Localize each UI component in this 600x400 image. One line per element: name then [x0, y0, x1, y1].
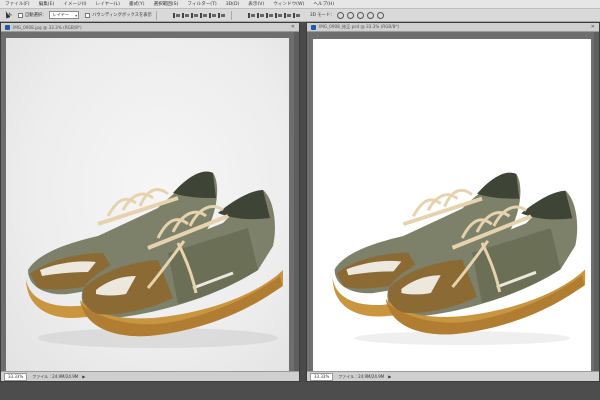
auto-select-checkbox[interactable] [18, 12, 23, 18]
status-bar: 33.33% ファイル : 24.9M/24.9M ▶ [307, 371, 599, 381]
chevron-down-icon: ▾ [75, 13, 78, 18]
image-canvas[interactable] [6, 38, 289, 371]
divider [230, 10, 232, 20]
vertical-scrollbar[interactable] [294, 32, 299, 371]
document-tab[interactable]: IMG_0908_修正.psd @ 33.3% (RGB/8*) ✕ [307, 23, 599, 32]
distribute-right-icon[interactable] [292, 12, 300, 19]
3d-pan-icon[interactable] [357, 11, 365, 19]
auto-select-value: レイヤー [52, 12, 70, 17]
document-window-original: IMG_0908.jpg @ 33.3% (RGB/8*) ✕ 33.33% フ… [0, 22, 300, 382]
distribute-top-icon[interactable] [247, 12, 255, 19]
menu-view[interactable]: 表示(V) [244, 0, 269, 9]
menu-type[interactable]: 書式(Y) [125, 0, 150, 9]
align-left-icon[interactable] [199, 12, 207, 19]
3d-mode-label: 3D モード： [309, 13, 335, 18]
show-transform-checkbox[interactable] [85, 12, 91, 18]
document-icon [311, 24, 316, 30]
auto-select-label: 自動選択： [25, 13, 47, 18]
distribute-buttons [247, 12, 302, 19]
document-icon [5, 24, 10, 30]
move-tool-icon[interactable]: ✢ [2, 10, 12, 20]
menu-bar: ファイル(F) 編集(E) イメージ(I) レイヤー(L) 書式(Y) 選択範囲… [0, 0, 600, 9]
distribute-bottom-icon[interactable] [265, 12, 273, 19]
chevron-right-icon[interactable]: ▶ [388, 374, 391, 379]
file-size-info: ファイル : 24.9M/24.9M [338, 373, 385, 379]
zoom-level[interactable]: 33.33% [4, 372, 28, 381]
align-bottom-icon[interactable] [190, 12, 198, 19]
workspace-background [0, 382, 600, 400]
menu-file[interactable]: ファイル(F) [1, 0, 35, 9]
menu-edit[interactable]: 編集(E) [35, 0, 60, 9]
3d-mode-group: 3D モード： [309, 11, 388, 19]
menu-filter[interactable]: フィルター(T) [183, 0, 221, 9]
divider [155, 10, 157, 20]
shoes-photo-cutout [332, 172, 586, 346]
image-canvas[interactable] [313, 39, 591, 371]
menu-3d[interactable]: 3D(D) [222, 0, 245, 9]
document-title: IMG_0908.jpg @ 33.3% (RGB/8*) [13, 24, 82, 30]
show-transform-label: バウンディングボックスを表示 [92, 13, 152, 18]
canvas-area[interactable] [1, 32, 299, 371]
menu-layer[interactable]: レイヤー(L) [92, 0, 125, 9]
align-top-icon[interactable] [172, 12, 180, 19]
align-vcenter-icon[interactable] [181, 12, 189, 19]
document-window-edited: IMG_0908_修正.psd @ 33.3% (RGB/8*) ✕ 33.33… [306, 22, 600, 382]
shoes-photo [26, 171, 283, 348]
align-right-icon[interactable] [217, 12, 225, 19]
close-icon[interactable]: ✕ [291, 24, 295, 30]
document-tab[interactable]: IMG_0908.jpg @ 33.3% (RGB/8*) ✕ [1, 23, 299, 32]
zoom-level[interactable]: 33.33% [310, 372, 334, 381]
close-icon[interactable]: ✕ [591, 24, 595, 30]
menu-help[interactable]: ヘルプ(H) [309, 0, 339, 9]
document-title: IMG_0908_修正.psd @ 33.3% (RGB/8*) [319, 24, 400, 29]
shoe-pair [332, 172, 586, 346]
distribute-hcenter-icon[interactable] [283, 12, 291, 19]
vertical-scrollbar[interactable] [594, 32, 599, 371]
align-buttons [172, 12, 227, 19]
3d-roll-icon[interactable] [347, 11, 355, 19]
menu-window[interactable]: ウィンドウ(W) [269, 0, 309, 9]
menu-select[interactable]: 選択範囲(S) [150, 0, 184, 9]
distribute-vcenter-icon[interactable] [256, 12, 264, 19]
3d-scale-icon[interactable] [377, 11, 385, 19]
3d-slide-icon[interactable] [367, 11, 375, 19]
chevron-right-icon[interactable]: ▶ [82, 374, 85, 379]
status-bar: 33.33% ファイル : 24.9M/24.9M ▶ [1, 371, 299, 381]
auto-select-dropdown[interactable]: レイヤー ▾ [49, 11, 80, 19]
shoe-pair [26, 171, 283, 348]
options-bar: ✢ 自動選択： レイヤー ▾ バウンディングボックスを表示 3D モード： [0, 9, 600, 22]
menu-image[interactable]: イメージ(I) [59, 0, 91, 9]
distribute-left-icon[interactable] [274, 12, 282, 19]
3d-rotate-icon[interactable] [337, 11, 345, 19]
align-hcenter-icon[interactable] [208, 12, 216, 19]
file-size-info: ファイル : 24.9M/24.9M [32, 373, 79, 379]
canvas-area[interactable] [307, 32, 599, 371]
